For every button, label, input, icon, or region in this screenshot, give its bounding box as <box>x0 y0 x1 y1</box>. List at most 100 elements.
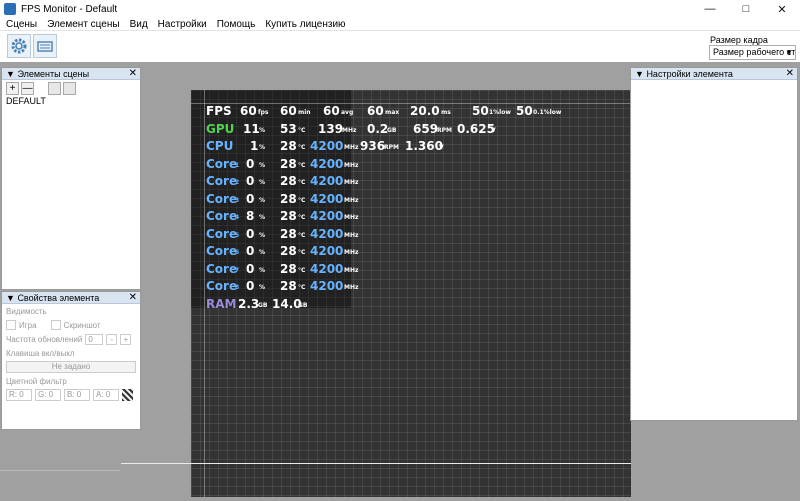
close-icon[interactable]: ✕ <box>129 68 137 80</box>
core-clock-value: 4200 <box>310 279 344 293</box>
maximize-button[interactable]: □ <box>728 0 764 18</box>
menu-buy-license[interactable]: Купить лицензию <box>261 19 349 30</box>
screenshot-button[interactable] <box>33 34 57 58</box>
game-label: Игра <box>19 320 37 330</box>
gpu-mem-value: 0.2 <box>367 121 389 136</box>
core-temp-value: 28 <box>280 244 297 258</box>
core-load-value: 0 <box>246 261 255 276</box>
screenshot-checkbox[interactable] <box>50 320 61 330</box>
fps-label: FPS <box>206 104 232 118</box>
menu-scene-element[interactable]: Элемент сцены <box>43 19 123 30</box>
close-button[interactable]: ✕ <box>764 0 800 18</box>
visibility-label: Видимость <box>6 306 47 316</box>
core-clock-value: 4200 <box>310 209 344 223</box>
cpu-volt-value: 1.360 <box>405 139 443 153</box>
ram-label: RAM <box>206 296 237 311</box>
close-icon[interactable]: ✕ <box>129 292 137 304</box>
core-label: Core <box>206 261 238 276</box>
game-checkbox[interactable] <box>6 320 16 330</box>
low01-unit: 0.1%low <box>533 109 562 116</box>
gpu-volt-unit: V <box>491 126 496 134</box>
core-label: Core <box>206 244 238 258</box>
close-icon[interactable]: ✕ <box>786 68 794 80</box>
color-filter-label: Цветной фильтр <box>6 376 67 386</box>
remove-element-button[interactable]: — <box>21 82 34 95</box>
frame-size-select[interactable]: Размер рабочего ст ▼ <box>709 45 796 60</box>
gear-icon <box>11 38 27 54</box>
scene-list-item[interactable]: DEFAULT <box>6 96 140 106</box>
menu-settings[interactable]: Настройки <box>154 19 211 30</box>
refresh-rate-label: Частота обновлений <box>6 334 83 344</box>
core-clock-value: 4200 <box>310 174 344 188</box>
core-clock-unit: MHz <box>344 284 359 291</box>
core-load-value: 0 <box>246 174 255 188</box>
core-clock-value: 4200 <box>310 261 344 276</box>
add-element-button[interactable]: + <box>6 82 19 95</box>
core-label: Core <box>206 156 238 171</box>
frame-size-label: Размер кадра <box>710 35 768 45</box>
cpu-rpm-unit: RPM <box>384 144 399 151</box>
canvas-guide-vertical <box>204 90 205 497</box>
collapse-icon[interactable]: ▼ <box>635 69 644 79</box>
cpu-volt-unit: V <box>439 144 444 151</box>
move-up-button[interactable] <box>48 82 61 95</box>
green-input[interactable]: G: 0 <box>35 389 61 401</box>
fps-value: 60 <box>240 104 257 118</box>
settings-button[interactable] <box>7 34 31 58</box>
window-title: FPS Monitor - Default <box>21 3 118 15</box>
low01-value: 50 <box>516 104 533 118</box>
plus-icon: + <box>9 83 16 94</box>
core-temp-value: 28 <box>280 209 297 223</box>
core-clock-value: 4200 <box>310 191 344 206</box>
core-label: Core <box>206 191 238 206</box>
core-load-value: 0 <box>246 244 255 258</box>
maximize-icon: □ <box>742 3 750 15</box>
cpu-clock-value: 4200 <box>310 139 344 153</box>
hotkey-label: Клавиша вкл/выкл <box>6 348 75 358</box>
core-label: Core <box>206 209 238 223</box>
minimize-button[interactable]: — <box>692 0 728 18</box>
core-load-value: 0 <box>246 279 255 293</box>
refresh-rate-input[interactable]: 0 <box>85 333 104 345</box>
move-down-button[interactable] <box>63 82 76 95</box>
minus-icon: — <box>22 83 33 94</box>
element-settings-header: ▼ Настройки элемента ✕ <box>631 68 797 80</box>
fps-avg-value: 60 <box>323 104 340 118</box>
low1-value: 50 <box>472 104 489 118</box>
chevron-down-icon: ▼ <box>785 48 793 57</box>
core-load-value: 0 <box>246 156 255 171</box>
core-load-value: 0 <box>246 191 255 206</box>
menu-help[interactable]: Помощь <box>213 19 260 30</box>
alpha-input[interactable]: A: 0 <box>93 389 119 401</box>
blue-input[interactable]: B: 0 <box>64 389 90 401</box>
toolbar: Размер кадра Размер рабочего ст ▼ <box>0 30 800 62</box>
menu-scenes[interactable]: Сцены <box>2 19 41 30</box>
menu-view[interactable]: Вид <box>126 19 152 30</box>
core-temp-value: 28 <box>280 156 297 171</box>
core-load-value: 0 <box>246 226 255 241</box>
refresh-rate-increase-button[interactable]: + <box>120 333 132 345</box>
cpu-load-value: 1 <box>250 139 259 153</box>
workspace-divider-left <box>0 470 120 471</box>
fps-max-value: 60 <box>367 104 384 118</box>
title-bar: FPS Monitor - Default — □ ✕ <box>0 0 800 18</box>
red-input[interactable]: R: 0 <box>6 389 32 401</box>
collapse-icon[interactable]: ▼ <box>6 293 15 303</box>
collapse-icon[interactable]: ▼ <box>6 69 15 79</box>
gpu-volt-value: 0.625 <box>457 121 495 136</box>
scene-elements-header: ▼ Элементы сцены ✕ <box>2 68 140 80</box>
core-temp-value: 28 <box>280 261 297 276</box>
cpu-temp-value: 28 <box>280 139 297 153</box>
menu-bar: Сцены Элемент сцены Вид Настройки Помощь… <box>0 18 800 30</box>
ram-total-unit: GB <box>298 301 308 309</box>
gpu-clock-value: 139 <box>318 121 344 136</box>
core-temp-value: 28 <box>280 226 297 241</box>
core-label: Core <box>206 279 238 293</box>
element-settings-title: Настройки элемента <box>646 69 733 79</box>
ram-used-unit: GB <box>258 301 268 309</box>
refresh-rate-decrease-button[interactable]: - <box>106 333 118 345</box>
hotkey-button[interactable]: Не задано <box>6 361 136 373</box>
screenshot-label: Скриншот <box>63 320 101 330</box>
color-swatch[interactable] <box>122 389 133 401</box>
cpu-rpm-value: 936 <box>360 139 386 153</box>
